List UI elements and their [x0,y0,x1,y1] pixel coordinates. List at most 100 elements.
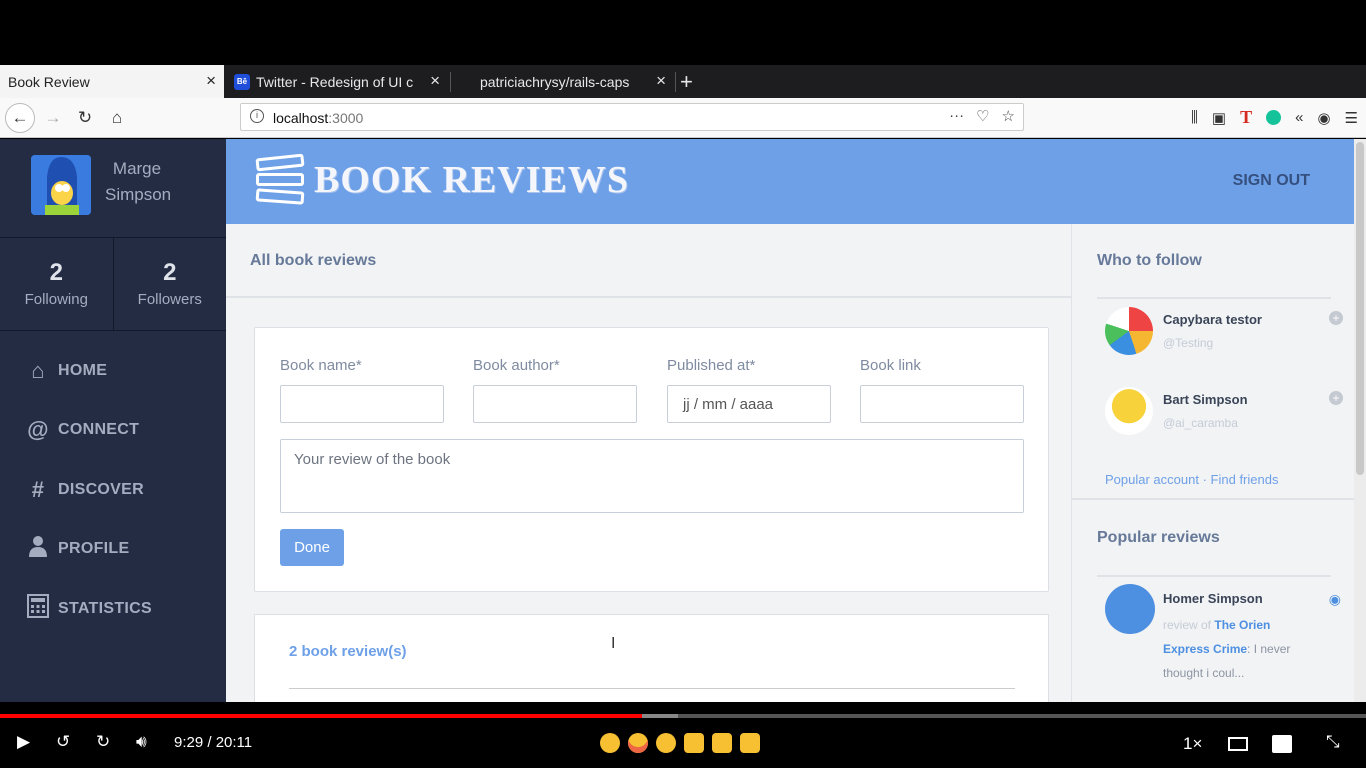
surprised-emoji-icon[interactable] [656,733,676,753]
book-author-label: Book author* [473,357,560,374]
extension-icon[interactable]: « [1295,109,1303,126]
sidebar-item-label: CONNECT [58,421,140,439]
close-icon[interactable]: × [430,72,440,90]
raised-hands-emoji-icon[interactable] [684,733,704,753]
pocket-icon[interactable]: ♡ [976,107,989,125]
tab-github[interactable]: patriciachrysy/rails-caps × [452,65,674,98]
sign-out-link[interactable]: SIGN OUT [1233,172,1310,190]
follow-item[interactable]: Capybara testor @Testing + [1105,307,1345,363]
followers-count: 2 [163,259,177,286]
book-name-label: Book name* [280,357,362,374]
reviews-count[interactable]: 2 book review(s) [289,643,407,660]
logo[interactable]: BOOK REVIEWS [255,153,629,206]
find-friends-link[interactable]: Find friends [1211,472,1279,487]
sidebar-item-connect[interactable]: @ CONNECT [0,401,226,461]
close-icon[interactable]: × [206,72,216,90]
eye-icon[interactable]: ◉ [1329,591,1341,608]
follow-name[interactable]: Capybara testor [1163,312,1262,327]
avatar[interactable] [1105,584,1155,634]
book-author-group: Book author* [473,357,637,423]
sidebar-icon[interactable]: ▣ [1212,109,1226,127]
miniplayer-icon[interactable] [1272,735,1292,753]
url-bar[interactable]: i localhost:3000 ··· ♡ ☆ [240,103,1024,131]
user-profile[interactable]: Marge Simpson [0,139,226,238]
reactions [600,733,760,753]
sidebar-item-profile[interactable]: PROFILE [0,520,226,580]
forward-10-icon[interactable]: ↻ [96,732,110,752]
review-snippet: review of The Orien Express Crime: I nev… [1163,613,1291,685]
progress-bar[interactable] [0,714,1366,718]
review-author[interactable]: Homer Simpson [1163,591,1263,606]
user-first-name: Marge [112,159,162,178]
star-icon[interactable]: ☆ [1002,107,1015,125]
avatar[interactable] [1105,387,1153,435]
page-scrollbar[interactable] [1354,139,1366,702]
text-cursor-icon: I [611,635,616,652]
popular-reviews-title: Popular reviews [1097,529,1220,546]
review-prefix: review of [1163,618,1212,632]
scrollbar-thumb[interactable] [1356,142,1364,475]
more-icon[interactable]: ··· [949,107,964,125]
published-date-input[interactable]: jj / mm / aaaa [667,385,831,423]
tab-book-review[interactable]: Book Review × [0,65,224,98]
url-text: localhost:3000 [273,110,363,126]
sidebar-item-label: STATISTICS [58,599,152,617]
who-to-follow-title: Who to follow [1097,252,1202,269]
info-icon[interactable]: i [250,109,264,123]
rewind-icon[interactable]: ↺ [56,732,70,752]
grammarly-icon[interactable] [1266,110,1282,125]
published-label: Published at* [667,357,756,374]
extension-icon-2[interactable]: ◉ [1317,109,1330,127]
tab-twitter[interactable]: Bē Twitter - Redesign of UI c × [226,65,448,98]
exit-fullscreen-icon[interactable]: ⤡ [1326,732,1340,752]
theater-mode-icon[interactable] [1228,737,1248,751]
at-icon: @ [27,417,49,443]
thumbs-up-emoji-icon[interactable] [712,733,732,753]
library-icon[interactable]: ⫼ [1191,109,1198,126]
divider [1072,498,1354,500]
home-icon[interactable]: ⌂ [105,106,129,130]
following-stat[interactable]: 2 Following [0,238,113,330]
sidebar-item-label: DISCOVER [58,480,144,498]
book-link-input[interactable] [860,385,1024,423]
heart-eyes-emoji-icon[interactable] [628,733,648,753]
follow-add-icon[interactable]: + [1329,311,1343,325]
reviews-list: 2 book review(s) [254,614,1049,702]
popular-account-link[interactable]: Popular account [1105,472,1199,487]
volume-icon[interactable]: 🔊︎ [136,732,147,752]
browser-toolbar: ← → ↻ ⌂ i localhost:3000 ··· ♡ ☆ ⫼ ▣ T «… [0,98,1366,138]
extension-t-icon[interactable]: T [1240,107,1252,128]
thumbs-down-emoji-icon[interactable] [740,733,760,753]
new-tab-icon[interactable]: + [680,69,693,95]
avatar[interactable] [1105,307,1153,355]
follow-name[interactable]: Bart Simpson [1163,392,1248,407]
close-icon[interactable]: × [656,72,666,90]
review-textarea[interactable]: Your review of the book [280,439,1024,513]
book-author-input[interactable] [473,385,637,423]
user-name: Marge Simpson [105,156,171,208]
sidebar-item-discover[interactable]: # DISCOVER [0,460,226,520]
done-button[interactable]: Done [280,529,344,566]
book-name-input[interactable] [280,385,444,423]
back-icon[interactable]: ← [5,103,35,133]
forward-icon[interactable]: → [41,106,65,130]
speed-button[interactable]: 1× [1183,734,1202,754]
followers-stat[interactable]: 2 Followers [112,238,227,330]
book-link-label: Book link [860,357,921,374]
menu-icon[interactable]: ☰ [1345,109,1358,127]
page-title: All book reviews [226,224,1071,298]
home-icon: ⌂ [31,357,45,383]
behance-favicon-icon: Bē [234,73,250,90]
follow-item[interactable]: Bart Simpson @ai_caramba + [1105,387,1345,443]
avatar[interactable] [31,155,91,215]
page-header: BOOK REVIEWS SIGN OUT [226,139,1354,224]
divider [289,688,1015,689]
laugh-emoji-icon[interactable] [600,733,620,753]
follow-add-icon[interactable]: + [1329,391,1343,405]
browser-tab-bar: Book Review × Bē Twitter - Redesign of U… [0,65,1366,98]
sidebar-item-home[interactable]: ⌂ HOME [0,341,226,401]
url-host: localhost [273,110,329,126]
sidebar-item-statistics[interactable]: STATISTICS [0,579,226,639]
reload-icon[interactable]: ↻ [73,106,97,130]
play-icon[interactable]: ▶ [17,732,30,752]
